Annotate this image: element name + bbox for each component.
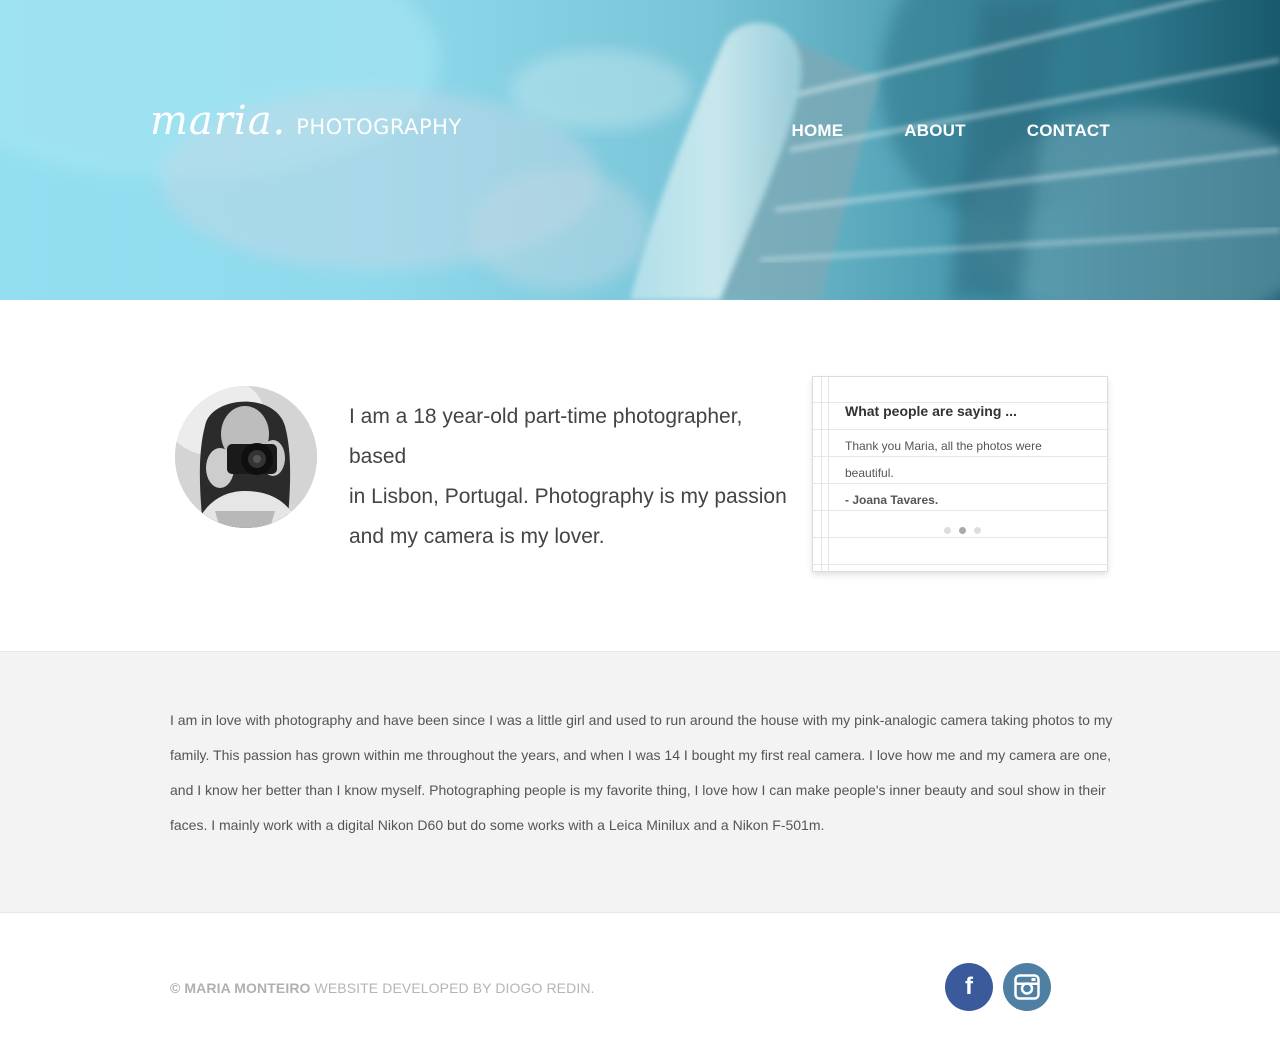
hero-banner: maria. PHOTOGRAPHY HOME ABOUT CONTACT xyxy=(0,0,1280,300)
carousel-dots xyxy=(944,527,981,534)
logo-word: PHOTOGRAPHY xyxy=(296,115,462,139)
nav-about[interactable]: ABOUT xyxy=(904,121,965,141)
intro-section: I am a 18 year-old part-time photographe… xyxy=(0,300,1280,651)
facebook-icon: f xyxy=(965,973,973,1000)
hero-background-image xyxy=(0,0,1280,300)
carousel-dot-3[interactable] xyxy=(974,527,981,534)
intro-text: I am a 18 year-old part-time photographe… xyxy=(349,397,789,557)
main-nav: HOME ABOUT CONTACT xyxy=(791,121,1110,141)
nav-home[interactable]: HOME xyxy=(791,121,843,141)
testimonial-quote: Thank you Maria, all the photos were bea… xyxy=(845,439,1042,480)
instagram-button[interactable] xyxy=(1003,963,1051,1011)
copyright-symbol: © xyxy=(170,980,181,996)
copyright: © MARIA MONTEIRO WEBSITE DEVELOPED BY DI… xyxy=(170,980,595,996)
intro-line-2: in Lisbon, Portugal. Photography is my p… xyxy=(349,485,787,508)
copyright-credit: WEBSITE DEVELOPED BY DIOGO REDIN. xyxy=(314,980,595,996)
carousel-dot-1[interactable] xyxy=(944,527,951,534)
carousel-dot-2[interactable] xyxy=(959,527,966,534)
about-section: I am in love with photography and have b… xyxy=(0,651,1280,913)
copyright-owner: MARIA MONTEIRO xyxy=(184,980,311,996)
logo-script: maria. xyxy=(150,98,287,144)
testimonial-title: What people are saying ... xyxy=(845,403,1017,419)
intro-line-3: and my camera is my lover. xyxy=(349,525,605,548)
avatar xyxy=(175,386,317,528)
profile-photo xyxy=(175,386,317,528)
about-text: I am in love with photography and have b… xyxy=(170,712,1113,833)
site-logo[interactable]: maria. PHOTOGRAPHY xyxy=(150,98,462,144)
footer: © MARIA MONTEIRO WEBSITE DEVELOPED BY DI… xyxy=(0,913,1280,1063)
testimonial-card: What people are saying ... Thank you Mar… xyxy=(812,376,1108,572)
facebook-button[interactable]: f xyxy=(945,963,993,1011)
nav-contact[interactable]: CONTACT xyxy=(1027,121,1110,141)
intro-line-1: I am a 18 year-old part-time photographe… xyxy=(349,405,743,468)
social-links: f xyxy=(945,963,1051,1011)
instagram-icon xyxy=(1014,974,1040,1000)
testimonial-author: - Joana Tavares. xyxy=(845,493,939,507)
